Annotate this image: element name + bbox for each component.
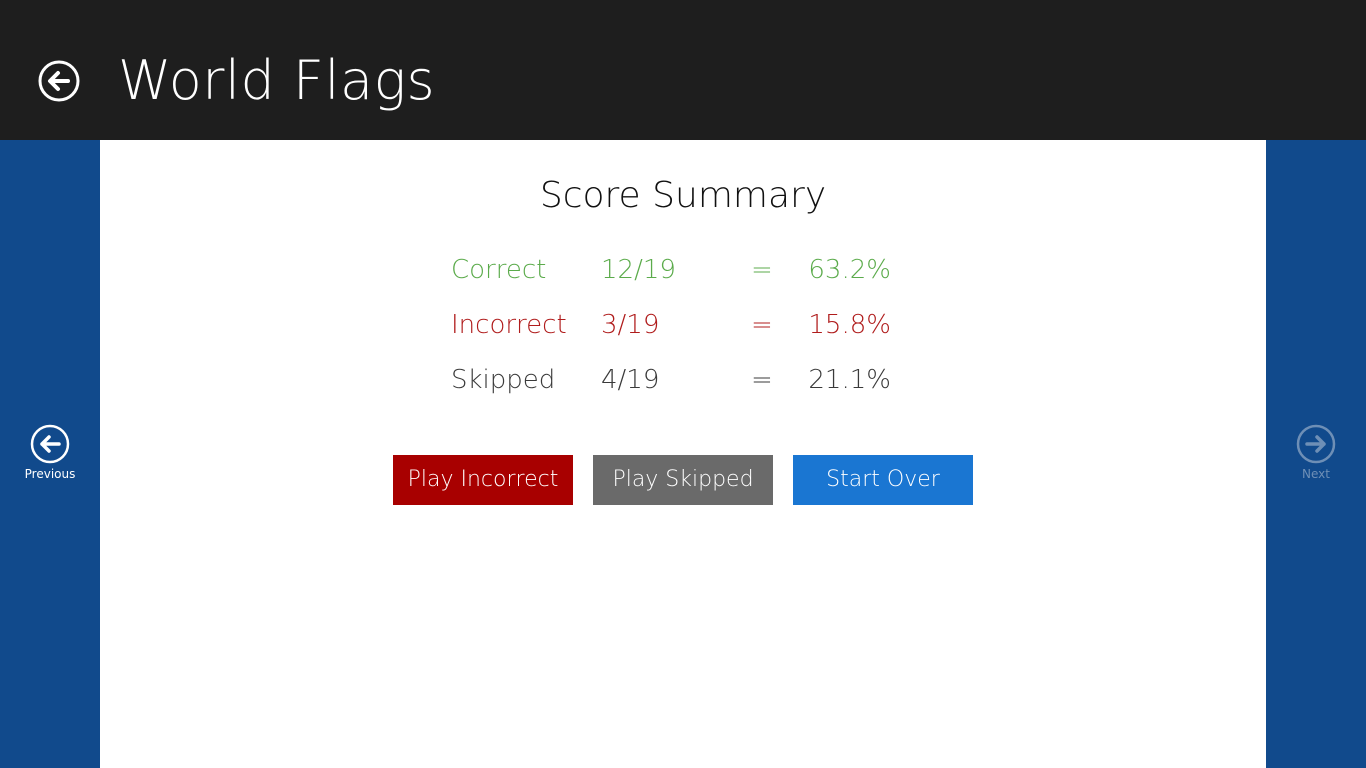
next-label: Next: [1302, 467, 1330, 481]
equals-sign: =: [751, 255, 773, 285]
previous-label: Previous: [24, 467, 76, 481]
score-label: Correct: [451, 255, 547, 285]
score-fraction: 4/19: [601, 365, 660, 395]
play-skipped-button[interactable]: Play Skipped: [593, 455, 773, 505]
score-percent: 63.2%: [808, 255, 891, 285]
next-button[interactable]: Next: [1266, 424, 1366, 488]
score-fraction: 3/19: [601, 310, 660, 340]
previous-arrow-icon: [30, 424, 70, 464]
score-row-correct: Correct 12/19 = 63.2%: [451, 250, 891, 290]
score-percent: 15.8%: [808, 310, 891, 340]
previous-button[interactable]: Previous: [0, 424, 100, 488]
score-label: Skipped: [451, 365, 556, 395]
next-arrow-icon: [1296, 424, 1336, 464]
right-nav-panel: Next: [1266, 140, 1366, 768]
app-header: World Flags: [0, 0, 1366, 140]
score-row-skipped: Skipped 4/19 = 21.1%: [451, 360, 891, 400]
score-row-incorrect: Incorrect 3/19 = 15.8%: [451, 305, 891, 345]
score-summary-panel: Score Summary Correct 12/19 = 63.2% Inco…: [100, 140, 1266, 768]
left-nav-panel: Previous: [0, 140, 100, 768]
start-over-button[interactable]: Start Over: [793, 455, 973, 505]
back-arrow-icon: [38, 60, 80, 102]
score-fraction: 12/19: [601, 255, 676, 285]
equals-sign: =: [751, 365, 773, 395]
back-button[interactable]: [38, 60, 80, 102]
app-title: World Flags: [118, 49, 436, 112]
score-percent: 21.1%: [808, 365, 891, 395]
equals-sign: =: [751, 310, 773, 340]
score-label: Incorrect: [451, 310, 567, 340]
summary-title: Score Summary: [539, 175, 827, 216]
play-incorrect-button[interactable]: Play Incorrect: [393, 455, 573, 505]
